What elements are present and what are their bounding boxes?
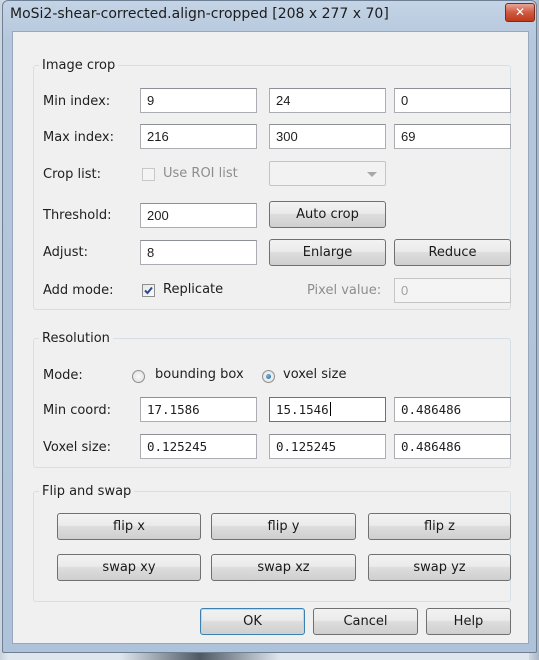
replicate-checkbox[interactable] [142, 284, 155, 297]
voxel-size-z-field[interactable]: 0.486486 [394, 434, 511, 459]
crop-list-label: Crop list: [43, 167, 101, 182]
adjust-label: Adjust: [43, 245, 89, 260]
threshold-label: Threshold: [43, 208, 112, 223]
voxel-size-y-field[interactable]: 0.125245 [269, 434, 386, 459]
threshold-field[interactable]: 200 [140, 203, 257, 228]
cancel-button[interactable]: Cancel [313, 608, 418, 635]
text-caret [329, 402, 331, 416]
bounding-box-radio[interactable] [132, 370, 145, 383]
flip-y-button[interactable]: flip y [211, 513, 356, 540]
image-crop-group-title: Image crop [39, 58, 119, 73]
flip-z-button[interactable]: flip z [368, 513, 511, 540]
swap-xz-button[interactable]: swap xz [211, 554, 356, 581]
use-roi-checkbox[interactable] [142, 168, 155, 181]
min-coord-z-field[interactable]: 0.486486 [394, 397, 511, 422]
crop-dialog-window: MoSi2-shear-corrected.align-cropped [208… [2, 0, 537, 653]
reduce-button[interactable]: Reduce [394, 239, 511, 266]
bounding-box-label: bounding box [155, 367, 244, 382]
max-index-label: Max index: [43, 130, 114, 145]
resolution-group-title: Resolution [39, 331, 113, 346]
flip-x-button[interactable]: flip x [57, 513, 201, 540]
voxel-size-option-label: voxel size [283, 367, 347, 382]
ok-button[interactable]: OK [200, 608, 305, 635]
max-index-y-field[interactable]: 300 [269, 124, 386, 149]
voxel-size-x-field[interactable]: 0.125245 [140, 434, 257, 459]
min-index-y-field[interactable]: 24 [269, 88, 386, 113]
pixel-value-field[interactable]: 0 [394, 278, 511, 303]
flip-swap-group [33, 491, 511, 602]
chevron-down-icon [367, 172, 377, 177]
min-coord-x-field[interactable]: 17.1586 [140, 397, 257, 422]
dialog-client-area: Image crop Min index: 9 24 0 Max index: … [12, 31, 529, 644]
adjust-field[interactable]: 8 [140, 240, 257, 265]
min-index-z-field[interactable]: 0 [394, 88, 511, 113]
checkmark-icon [144, 286, 153, 295]
swap-xy-button[interactable]: swap xy [57, 554, 201, 581]
close-button[interactable]: ✕ [505, 3, 535, 22]
auto-crop-button[interactable]: Auto crop [269, 201, 386, 228]
pixel-value-label: Pixel value: [307, 283, 382, 298]
max-index-z-field[interactable]: 69 [394, 124, 511, 149]
radio-selected-dot [266, 374, 271, 379]
roi-list-select[interactable] [269, 161, 386, 186]
close-icon: ✕ [514, 5, 526, 19]
window-title: MoSi2-shear-corrected.align-cropped [208… [10, 6, 389, 22]
min-coord-y-field[interactable]: 15.1546 [269, 397, 386, 422]
use-roi-label: Use ROI list [163, 166, 238, 181]
mode-label: Mode: [43, 368, 83, 383]
min-index-x-field[interactable]: 9 [140, 88, 257, 113]
enlarge-button[interactable]: Enlarge [269, 239, 386, 266]
add-mode-label: Add mode: [43, 283, 114, 298]
flip-swap-group-title: Flip and swap [39, 484, 135, 499]
voxel-size-radio[interactable] [262, 370, 275, 383]
min-coord-y-value: 15.1546 [276, 402, 329, 417]
voxel-size-label: Voxel size: [43, 440, 112, 455]
min-index-label: Min index: [43, 94, 111, 109]
help-button[interactable]: Help [426, 608, 511, 635]
taskbar-shadow [120, 653, 280, 660]
max-index-x-field[interactable]: 216 [140, 124, 257, 149]
min-coord-label: Min coord: [43, 403, 112, 418]
swap-yz-button[interactable]: swap yz [368, 554, 511, 581]
replicate-label: Replicate [163, 282, 224, 297]
